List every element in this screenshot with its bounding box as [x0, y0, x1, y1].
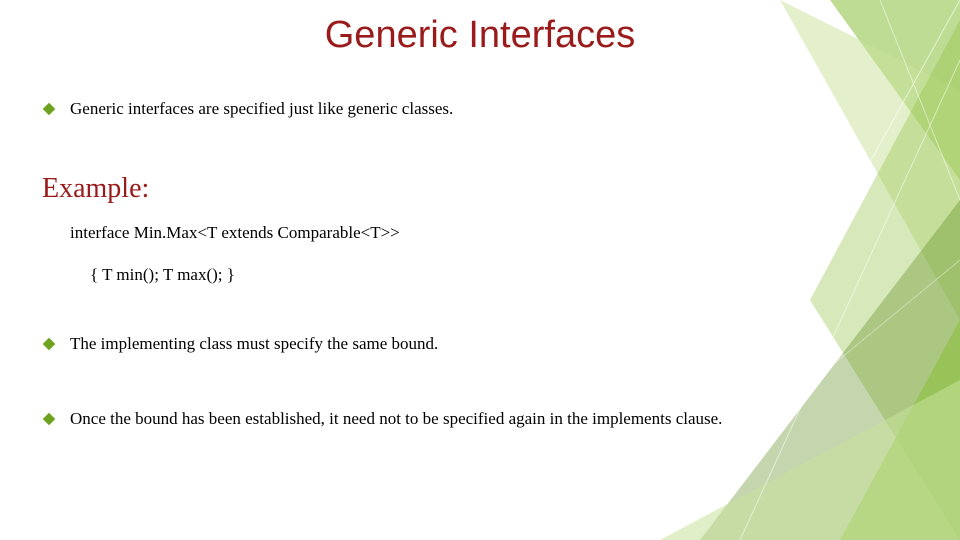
code-line-2: { T min(); T max(); } [90, 265, 900, 285]
bullet-item: Once the bound has been established, it … [42, 408, 900, 431]
bullet-text: The implementing class must specify the … [70, 333, 438, 356]
slide-title: Generic Interfaces [0, 14, 960, 57]
bullet-text: Generic interfaces are specified just li… [70, 98, 453, 121]
slide-content: Generic interfaces are specified just li… [42, 98, 900, 439]
bullet-item: Generic interfaces are specified just li… [42, 98, 900, 121]
slide: Generic Interfaces Generic interfaces ar… [0, 0, 960, 540]
diamond-bullet-icon [42, 337, 56, 351]
bullet-text: Once the bound has been established, it … [70, 408, 722, 431]
example-heading: Example: [42, 173, 900, 205]
diamond-bullet-icon [42, 412, 56, 426]
bullet-item: The implementing class must specify the … [42, 333, 900, 356]
code-line-1: interface Min.Max<T extends Comparable<T… [70, 223, 900, 243]
diamond-bullet-icon [42, 102, 56, 116]
